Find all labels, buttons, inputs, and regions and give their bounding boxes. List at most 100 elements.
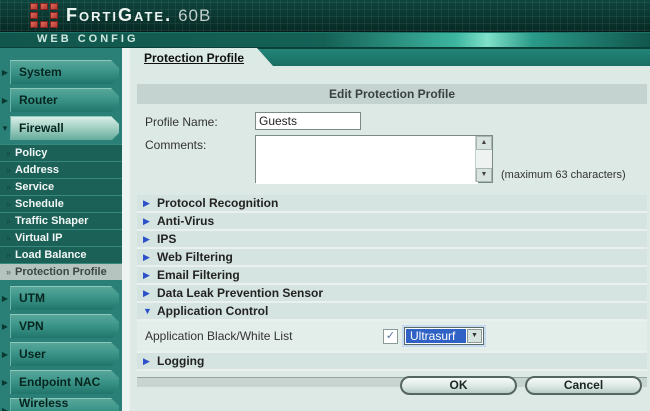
profile-form: Profile Name: Comments: ▲ ▼ (maximum 6: [137, 112, 647, 184]
header-subtitle-band: WEB CONFIG: [0, 32, 650, 48]
section-label: Logging: [157, 354, 205, 368]
chevron-right-icon: ▶: [1, 67, 9, 77]
submenu-bullet-icon: »: [6, 250, 12, 260]
tab-row: Protection Profile: [130, 48, 650, 66]
chevron-right-icon: ▶: [1, 377, 9, 387]
section-label: Protocol Recognition: [157, 196, 279, 210]
scroll-down-icon[interactable]: ▼: [476, 168, 492, 182]
section-label: IPS: [157, 232, 177, 246]
sidebar-item-address[interactable]: » Address: [0, 161, 122, 178]
sidebar-content-divider: [122, 48, 130, 411]
sidebar-item-label: UTM: [19, 291, 45, 305]
section-label: Web Filtering: [157, 250, 233, 264]
selected-option: Ultrasurf: [406, 329, 466, 343]
submenu-bullet-icon: »: [6, 182, 12, 192]
section-email-filtering[interactable]: ▶ Email Filtering: [137, 267, 647, 285]
web-config-label: WEB CONFIG: [37, 33, 139, 45]
sidebar-item-user[interactable]: ▶ User: [0, 342, 122, 366]
comments-textarea[interactable]: [256, 136, 478, 184]
comments-row: Comments: ▲ ▼ (maximum 63 characters): [137, 135, 647, 184]
application-list-checkbox[interactable]: ✓: [383, 328, 398, 344]
sidebar-item-label: Endpoint NAC: [19, 375, 101, 389]
form-footer: OK Cancel: [137, 376, 647, 402]
section-web-filtering[interactable]: ▶ Web Filtering: [137, 249, 647, 267]
sidebar-item-protection-profile[interactable]: » Protection Profile: [0, 263, 122, 280]
checkmark-icon: ✓: [385, 329, 396, 342]
triangle-right-icon: ▶: [143, 233, 150, 244]
firewall-submenu: » Policy » Address » Service » Schedule …: [0, 144, 122, 280]
chevron-right-icon: ▶: [1, 95, 9, 105]
comments-textarea-wrap: ▲ ▼: [255, 135, 493, 184]
application-list-select[interactable]: Ultrasurf ▼: [404, 327, 484, 345]
fortigate-web-config-window: FortiGate. 60B WEB CONFIG ▶ System ▶ Rou…: [0, 0, 650, 411]
chevron-right-icon: ▶: [1, 349, 9, 359]
sidebar-item-system[interactable]: ▶ System: [0, 60, 122, 84]
submenu-item-label: Service: [15, 181, 55, 193]
sidebar-item-label: System: [19, 65, 62, 79]
submenu-bullet-icon: »: [6, 148, 12, 158]
section-label: Email Filtering: [157, 268, 240, 282]
submenu-bullet-icon: »: [6, 199, 12, 209]
sidebar-item-utm[interactable]: ▶ UTM: [0, 286, 122, 310]
sidebar-item-policy[interactable]: » Policy: [0, 144, 122, 161]
triangle-down-icon: ▼: [143, 306, 152, 316]
section-anti-virus[interactable]: ▶ Anti-Virus: [137, 213, 647, 231]
sidebar-item-service[interactable]: » Service: [0, 178, 122, 195]
model-name: 60B: [178, 5, 212, 25]
tab-protection-profile[interactable]: Protection Profile: [130, 48, 259, 66]
chevron-right-icon: ▶: [1, 405, 9, 411]
section-label: Application Control: [157, 304, 269, 318]
sidebar-item-vpn[interactable]: ▶ VPN: [0, 314, 122, 338]
sidebar-item-wireless-controller[interactable]: ▶ Wireless Controller: [0, 398, 122, 411]
page-title: Edit Protection Profile: [137, 84, 647, 104]
submenu-bullet-icon: »: [6, 267, 12, 277]
submenu-item-label: Virtual IP: [15, 232, 63, 244]
triangle-right-icon: ▶: [143, 215, 150, 226]
textarea-scrollbar[interactable]: ▲ ▼: [475, 136, 492, 182]
dropdown-arrow-icon: ▼: [467, 329, 482, 343]
sidebar-item-label: VPN: [19, 319, 44, 333]
submenu-bullet-icon: »: [6, 216, 12, 226]
sidebar-item-label: Wireless Controller: [19, 396, 69, 410]
section-data-leak-prevention[interactable]: ▶ Data Leak Prevention Sensor: [137, 285, 647, 303]
ok-button[interactable]: OK: [400, 376, 517, 395]
submenu-bullet-icon: »: [6, 233, 12, 243]
submenu-item-label: Load Balance: [15, 249, 87, 261]
submenu-item-label: Traffic Shaper: [15, 215, 89, 227]
edit-panel: Edit Protection Profile Profile Name: Co…: [137, 84, 647, 402]
submenu-item-label: Address: [15, 164, 60, 176]
profile-name-row: Profile Name:: [137, 112, 647, 130]
submenu-item-label: Protection Profile: [15, 266, 107, 278]
sidebar-item-label: Router: [19, 93, 58, 107]
section-list: ▶ Protocol Recognition ▶ Anti-Virus ▶ IP…: [137, 195, 647, 371]
sidebar-item-traffic-shaper[interactable]: » Traffic Shaper: [0, 212, 122, 229]
scroll-up-icon[interactable]: ▲: [476, 136, 492, 150]
section-label: Anti-Virus: [157, 214, 215, 228]
section-application-control[interactable]: ▼ Application Control: [137, 303, 647, 321]
main-content: Protection Profile Edit Protection Profi…: [130, 48, 650, 411]
sidebar-item-router[interactable]: ▶ Router: [0, 88, 122, 112]
triangle-right-icon: ▶: [143, 197, 150, 208]
sidebar-item-label: User: [19, 347, 46, 361]
submenu-item-label: Policy: [15, 147, 48, 159]
fortinet-logo-icon: [30, 3, 58, 28]
sidebar-item-firewall[interactable]: ▼ Firewall: [0, 116, 122, 140]
tab-label: Protection Profile: [144, 50, 245, 65]
section-protocol-recognition[interactable]: ▶ Protocol Recognition: [137, 195, 647, 213]
brand-name: FortiGate.: [66, 5, 173, 25]
section-logging[interactable]: ▶ Logging: [137, 353, 647, 371]
tab-bar-fill: [257, 48, 650, 66]
section-ips[interactable]: ▶ IPS: [137, 231, 647, 249]
sidebar-item-endpoint-nac[interactable]: ▶ Endpoint NAC: [0, 370, 122, 394]
application-blackwhite-list-row: Application Black/White List ✓ Ultrasurf…: [137, 321, 647, 353]
sidebar-item-virtual-ip[interactable]: » Virtual IP: [0, 229, 122, 246]
section-label: Data Leak Prevention Sensor: [157, 286, 324, 300]
sidebar-item-schedule[interactable]: » Schedule: [0, 195, 122, 212]
triangle-right-icon: ▶: [143, 287, 150, 298]
cancel-button[interactable]: Cancel: [525, 376, 642, 395]
sidebar-item-load-balance[interactable]: » Load Balance: [0, 246, 122, 263]
chevron-right-icon: ▶: [1, 321, 9, 331]
triangle-right-icon: ▶: [143, 251, 150, 262]
profile-name-input[interactable]: [255, 112, 361, 130]
sidebar-nav: ▶ System ▶ Router ▼ Firewall » Policy » …: [0, 48, 122, 411]
